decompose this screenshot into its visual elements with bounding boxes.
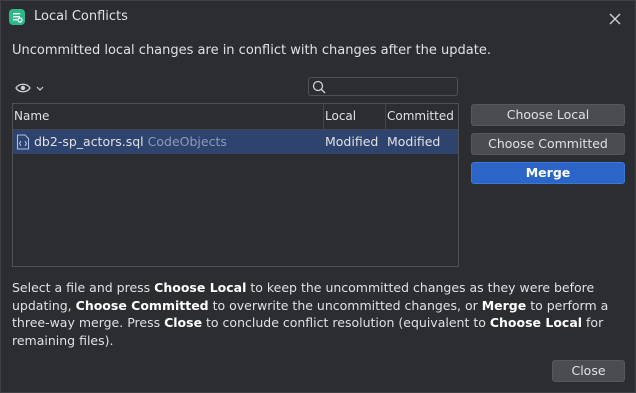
dialog-title: Local Conflicts: [34, 9, 128, 24]
choose-local-button[interactable]: Choose Local: [471, 104, 625, 126]
help-text-part: Select a file and press: [12, 280, 155, 295]
help-keyword: Choose Local: [489, 315, 583, 330]
eye-icon: [15, 83, 44, 93]
sql-file-icon: [16, 134, 30, 150]
search-input[interactable]: [329, 78, 455, 95]
help-keyword: Choose Local: [154, 280, 247, 295]
help-keyword: Choose Committed: [75, 297, 209, 313]
column-header-local[interactable]: Local: [324, 104, 386, 129]
file-name: db2-sp_actors.sql: [34, 134, 144, 149]
column-header-committed[interactable]: Committed: [386, 104, 458, 129]
close-icon[interactable]: [609, 10, 621, 25]
merge-button[interactable]: Merge: [471, 162, 625, 184]
search-field[interactable]: [308, 77, 458, 96]
conflicts-table: Name Local Committed db2-sp_actors.sql C…: [12, 103, 459, 267]
help-text-part: to conclude conflict resolution (equival…: [202, 315, 490, 330]
local-conflicts-dialog: Local Conflicts Uncommitted local change…: [0, 0, 636, 393]
view-options-button[interactable]: [15, 80, 47, 94]
file-name-cell: db2-sp_actors.sql CodeObjects: [34, 130, 227, 154]
search-icon: [312, 80, 326, 94]
vcs-app-icon: [9, 9, 25, 25]
help-text-part: to overwrite the uncommitted changes, or: [208, 297, 482, 313]
help-keyword: Merge: [481, 297, 527, 313]
table-header: Name Local Committed: [13, 104, 458, 130]
local-status-cell: Modified: [325, 134, 379, 149]
close-button[interactable]: Close: [552, 360, 625, 382]
choose-committed-button[interactable]: Choose Committed: [471, 133, 625, 155]
help-keyword: Close: [164, 315, 203, 330]
conflict-message: Uncommitted local changes are in conflic…: [12, 43, 491, 58]
help-text: Select a file and press Choose Local to …: [12, 279, 617, 349]
column-header-name[interactable]: Name: [13, 104, 323, 129]
committed-status-cell: Modified: [387, 134, 441, 149]
table-row[interactable]: db2-sp_actors.sql CodeObjects Modified M…: [13, 130, 458, 154]
title-bar: Local Conflicts: [1, 1, 635, 34]
file-location: CodeObjects: [147, 134, 227, 149]
